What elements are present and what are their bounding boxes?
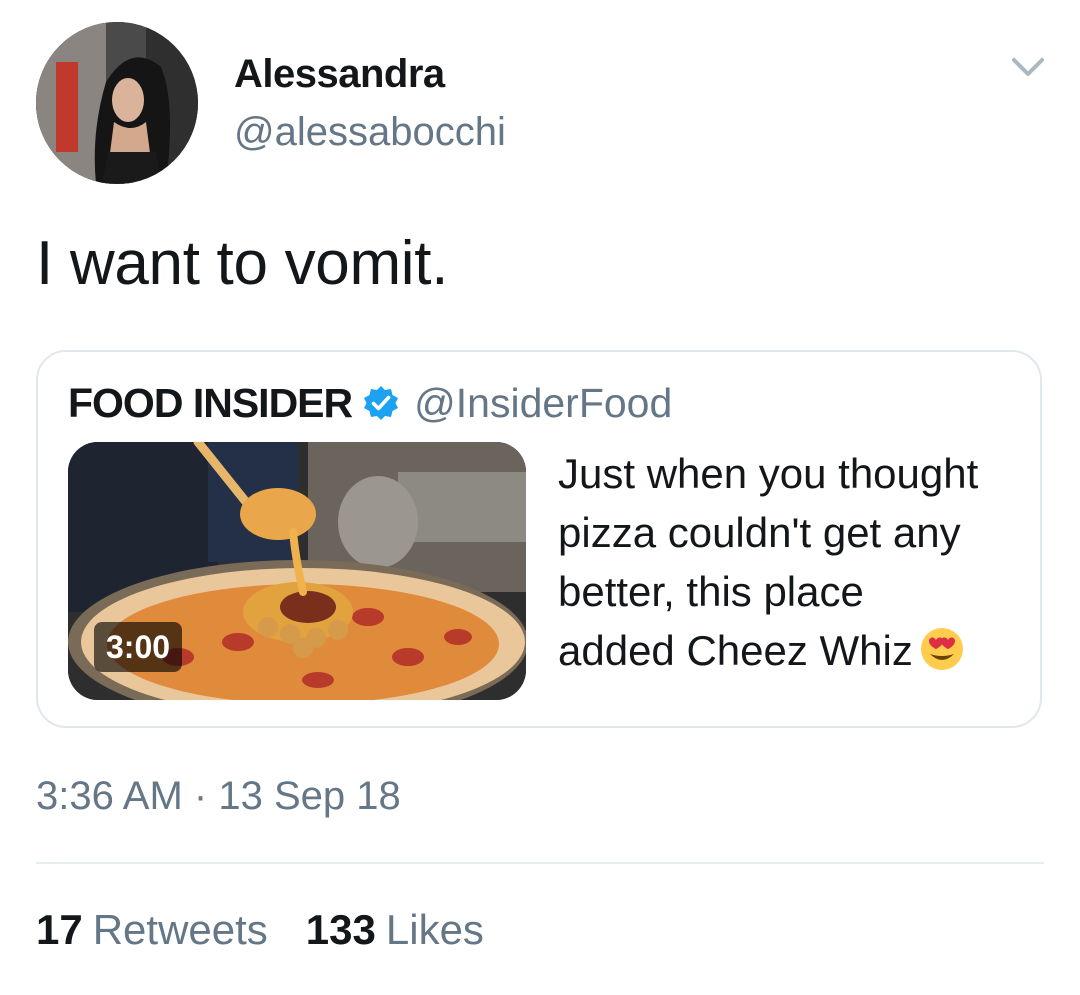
tweet-stats: 17 Retweets 133 Likes <box>36 906 522 954</box>
quoted-tweet-card[interactable]: FOOD INSIDER @InsiderFood 3:00 Just when… <box>36 350 1042 728</box>
quoted-text-line-text: added Cheez Whiz <box>558 627 913 674</box>
avatar[interactable] <box>36 22 198 184</box>
quoted-author-name: FOOD INSIDER <box>68 379 353 426</box>
profile-photo-icon <box>36 22 198 184</box>
retweets-stat[interactable]: 17 Retweets <box>36 906 268 954</box>
likes-stat[interactable]: 133 Likes <box>306 906 484 954</box>
chevron-down-icon[interactable] <box>1008 52 1048 82</box>
video-thumbnail[interactable]: 3:00 <box>68 442 526 700</box>
likes-count: 133 <box>305 906 376 953</box>
heart-eyes-emoji-icon <box>919 626 965 672</box>
quoted-text-line: better, this place <box>558 568 864 615</box>
tweet-timestamp[interactable]: 3:36 AM · 13 Sep 18 <box>36 774 401 819</box>
quoted-author-handle: @InsiderFood <box>414 379 673 426</box>
quoted-tweet-text: Just when you thought pizza couldn't get… <box>558 444 1028 680</box>
retweets-label: Retweets <box>92 906 268 953</box>
timestamp-separator: · <box>193 774 208 818</box>
timestamp-time: 3:36 AM <box>36 774 183 818</box>
quoted-text-line: pizza couldn't get any <box>558 509 961 556</box>
retweets-count: 17 <box>36 906 83 953</box>
quoted-tweet-header: FOOD INSIDER @InsiderFood <box>68 378 672 428</box>
timestamp-date: 13 Sep 18 <box>218 774 401 818</box>
author-display-name[interactable]: Alessandra <box>234 52 445 97</box>
author-handle[interactable]: @alessabocchi <box>234 110 506 155</box>
tweet-text: I want to vomit. <box>36 229 449 298</box>
verified-badge-icon <box>362 384 400 422</box>
quoted-text-line: Just when you thought <box>558 450 979 497</box>
video-duration-badge: 3:00 <box>94 622 183 672</box>
quoted-text-line-last: added Cheez Whiz <box>558 621 1028 680</box>
divider <box>36 862 1044 864</box>
likes-label: Likes <box>385 906 484 953</box>
